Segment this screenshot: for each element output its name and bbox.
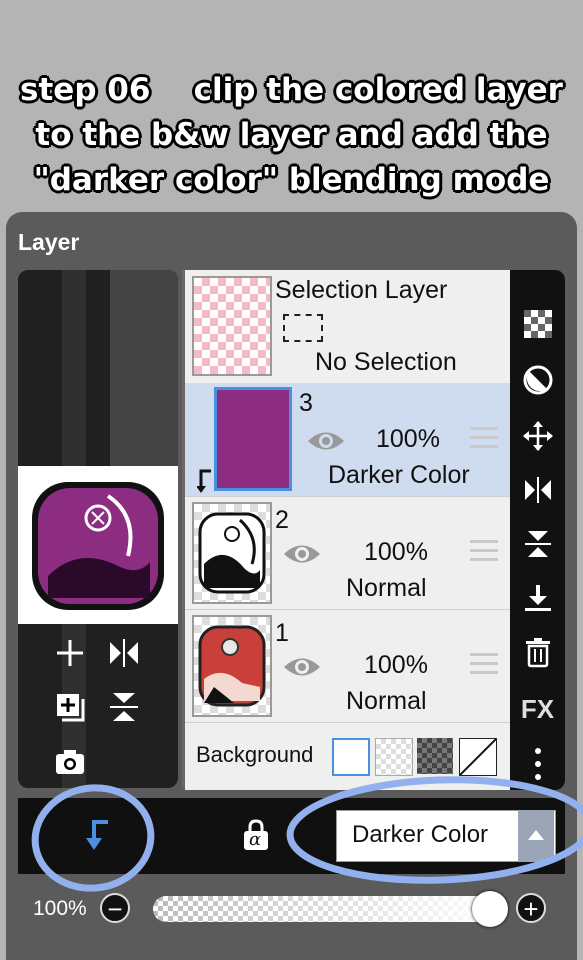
layer-opacity: 100% (364, 651, 428, 679)
layer-opacity: 100% (364, 538, 428, 566)
background-label: Background (196, 742, 314, 767)
clipping-icon[interactable] (80, 818, 114, 859)
caption-line-2: to the b&w layer and add the (35, 117, 548, 153)
layer-row-3[interactable]: 3 100% Darker Color (185, 383, 510, 497)
selection-marquee-icon (283, 314, 323, 342)
blend-mode-value: Darker Color (352, 821, 489, 848)
blend-mode-arrow-icon[interactable] (518, 810, 554, 862)
more-icon[interactable] (510, 746, 565, 789)
lock-alpha-label: α (249, 829, 262, 850)
move-icon[interactable] (510, 420, 565, 459)
drag-handle-icon[interactable] (470, 653, 498, 680)
eye-icon[interactable] (306, 426, 346, 456)
flip-horizontal-icon[interactable] (510, 474, 565, 513)
lock-alpha-icon[interactable]: α (241, 819, 271, 851)
layer-row-1[interactable]: 1 100% Normal (185, 609, 510, 723)
layer-row-2[interactable]: 2 100% Normal (185, 496, 510, 610)
merge-down-icon[interactable] (510, 582, 565, 621)
selection-status: No Selection (315, 348, 457, 376)
layer-blend-mode: Normal (346, 687, 427, 715)
plus-icon[interactable] (50, 636, 90, 678)
layer-2-thumbnail (192, 502, 272, 604)
opacity-value: 100% (33, 897, 87, 920)
right-toolbar: FX (510, 270, 565, 790)
opacity-minus-button[interactable]: − (100, 893, 130, 923)
selection-layer-title: Selection Layer (275, 276, 448, 304)
layer-1-thumbnail (192, 615, 272, 717)
opacity-slider-knob[interactable] (472, 891, 508, 927)
layer-3-thumbnail (214, 387, 292, 491)
bg-dark-checker-swatch[interactable] (417, 738, 453, 774)
panel-title: Layer (18, 229, 80, 255)
drag-handle-icon[interactable] (470, 540, 498, 567)
caption: step 06 clip the colored layer to the b&… (0, 68, 583, 203)
bg-white-swatch[interactable] (332, 738, 370, 776)
drag-handle-icon[interactable] (470, 427, 498, 454)
layer-list: Selection Layer No Selection 3 100% Dark… (185, 270, 510, 790)
checker-icon[interactable] (510, 308, 565, 347)
fx-icon[interactable]: FX (510, 694, 565, 725)
opacity-slider[interactable] (153, 896, 505, 922)
trash-icon[interactable] (510, 636, 565, 675)
layer-blend-mode: Darker Color (328, 461, 470, 489)
selection-thumbnail (192, 276, 272, 376)
layer-opacity: 100% (376, 425, 440, 453)
canvas-thumbnail (18, 466, 178, 624)
eye-icon[interactable] (282, 539, 322, 569)
selection-layer-row[interactable]: Selection Layer No Selection (185, 270, 510, 384)
caption-line-1: step 06 clip the colored layer (20, 72, 563, 108)
caption-line-3: "darker color" blending mode (33, 162, 550, 198)
bg-transparent-swatch[interactable] (375, 738, 413, 776)
merge-copy-icon[interactable] (50, 690, 90, 732)
layer-number: 1 (275, 619, 289, 647)
opacity-plus-button[interactable]: + (516, 893, 546, 923)
flip-horizontal-icon[interactable] (104, 636, 144, 678)
bg-none-swatch[interactable] (459, 738, 497, 776)
camera-icon[interactable] (50, 744, 90, 786)
layer-number: 3 (299, 389, 313, 417)
layer-number: 2 (275, 506, 289, 534)
flip-vertical-icon[interactable] (104, 690, 144, 732)
background-row: Background (185, 722, 510, 788)
layer-blend-mode: Normal (346, 574, 427, 602)
mask-icon[interactable] (510, 364, 565, 403)
flip-vertical-icon[interactable] (510, 528, 565, 567)
eye-icon[interactable] (282, 652, 322, 682)
